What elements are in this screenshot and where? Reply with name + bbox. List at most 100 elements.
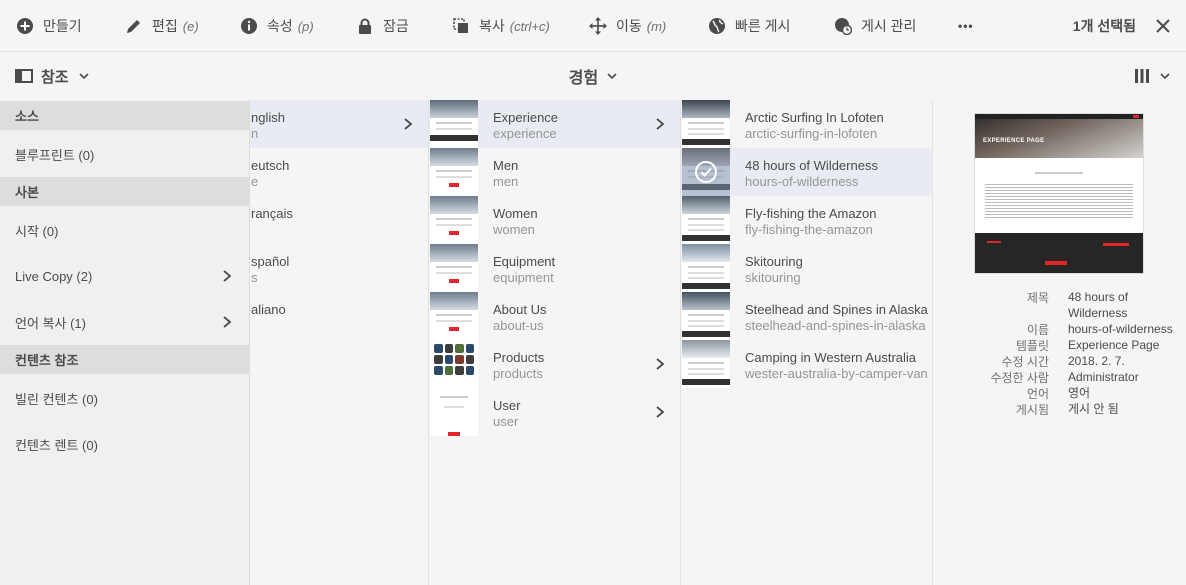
list-item[interactable]: Steelhead and Spines in Alaska steelhead… bbox=[681, 292, 932, 340]
lock-label: 잠금 bbox=[383, 18, 409, 34]
meta-template-row: 템플릿 Experience Page bbox=[933, 337, 1186, 353]
page-thumbnail bbox=[430, 148, 478, 196]
chevron-down-icon bbox=[1160, 73, 1170, 79]
rail-section-header: 소스 bbox=[0, 101, 250, 130]
item-title: Women bbox=[493, 206, 538, 221]
list-item[interactable]: Arctic Surfing In Lofoten arctic-surfing… bbox=[681, 100, 932, 148]
quick-publish-label: 빠른 게시 bbox=[735, 18, 791, 34]
lock-button[interactable]: 잠금 bbox=[356, 0, 409, 52]
rail-item-label: 컨텐츠 렌트 (0) bbox=[15, 437, 98, 453]
list-item[interactable]: Fly-fishing the Amazon fly-fishing-the-a… bbox=[681, 196, 932, 244]
edit-label: 편집 bbox=[152, 18, 178, 34]
item-title: 48 hours of Wilderness bbox=[745, 158, 878, 173]
manage-publication-label: 게시 관리 bbox=[861, 18, 917, 34]
properties-shortcut: (p) bbox=[297, 18, 314, 34]
rail-toggle-button[interactable]: 참조 bbox=[15, 52, 89, 100]
item-title: rançais bbox=[251, 206, 293, 221]
selection-count: 1개 선택됨 bbox=[1072, 18, 1136, 34]
list-item[interactable]: Equipment equipment bbox=[429, 244, 680, 292]
properties-button[interactable]: 속성 (p) bbox=[240, 0, 314, 52]
rail-item-lent-content[interactable]: 컨텐츠 렌트 (0) bbox=[0, 421, 250, 467]
page-thumbnail bbox=[430, 292, 478, 340]
rail-section-header: 사본 bbox=[0, 177, 250, 206]
edit-button[interactable]: 편집 (e) bbox=[125, 0, 199, 52]
add-circle-icon bbox=[17, 18, 33, 34]
page-thumbnail bbox=[682, 100, 730, 148]
item-title: Skitouring bbox=[745, 254, 803, 269]
copy-button[interactable]: 복사 (ctrl+c) bbox=[452, 0, 550, 52]
close-icon[interactable] bbox=[1154, 17, 1172, 35]
quick-publish-button[interactable]: 빠른 게시 bbox=[708, 0, 790, 52]
page-thumbnail bbox=[682, 244, 730, 292]
create-label: 만들기 bbox=[43, 18, 82, 34]
chevron-right-icon bbox=[223, 316, 232, 328]
chevron-right-icon bbox=[223, 270, 232, 282]
rail-item-label: 시작 (0) bbox=[15, 223, 59, 239]
preview-thumbnail: EXPERIENCE PAGE bbox=[975, 114, 1143, 273]
rail-item-label: 언어 복사 (1) bbox=[15, 315, 86, 331]
selection-checkmark[interactable] bbox=[682, 148, 730, 196]
move-shortcut: (m) bbox=[646, 18, 667, 34]
chevron-right-icon bbox=[404, 118, 413, 130]
meta-language-row: 언어 영어 bbox=[933, 385, 1186, 401]
list-item[interactable]: Skitouring skitouring bbox=[681, 244, 932, 292]
list-item[interactable]: Products products bbox=[429, 340, 680, 388]
list-item[interactable]: About Us about-us bbox=[429, 292, 680, 340]
item-title: nglish bbox=[251, 110, 285, 125]
view-switcher[interactable] bbox=[1134, 52, 1170, 100]
item-subtitle: men bbox=[493, 174, 519, 189]
page-thumbnail bbox=[430, 244, 478, 292]
rail-item-borrowed-content[interactable]: 빌린 컨텐츠 (0) bbox=[0, 375, 250, 421]
item-subtitle: e bbox=[251, 174, 259, 189]
rail-item-language-copy[interactable]: 언어 복사 (1) bbox=[0, 299, 250, 345]
item-title: Experience bbox=[493, 110, 559, 125]
list-item[interactable]: Experience experience bbox=[429, 100, 680, 148]
action-bar: 만들기 편집 (e) 속성 (p) 잠금 복사 (ctrl+c) 이동 (m) … bbox=[0, 0, 1186, 52]
create-button[interactable]: 만들기 bbox=[16, 0, 82, 52]
list-item[interactable]: Men men bbox=[429, 148, 680, 196]
list-item[interactable]: Camping in Western Australia wester-aust… bbox=[681, 340, 932, 388]
lock-icon bbox=[359, 18, 371, 34]
rail-item-launches[interactable]: 시작 (0) bbox=[0, 207, 250, 253]
item-subtitle: equipment bbox=[493, 270, 554, 285]
chevron-down-icon bbox=[607, 73, 617, 79]
page-title[interactable]: 경험 bbox=[569, 64, 617, 88]
chevron-right-icon bbox=[656, 358, 665, 370]
item-title: Products bbox=[493, 350, 545, 365]
item-title: Steelhead and Spines in Alaska bbox=[745, 302, 928, 317]
meta-label: 이름 bbox=[1026, 323, 1049, 337]
page-title-wrap: 경험 bbox=[0, 52, 1186, 100]
more-label: ••• bbox=[958, 19, 974, 33]
column-view-icon bbox=[1135, 69, 1149, 83]
meta-name-row: 이름 hours-of-wilderness bbox=[933, 321, 1186, 337]
item-subtitle: fly-fishing-the-amazon bbox=[745, 222, 873, 237]
page-title-text: 경험 bbox=[568, 70, 599, 87]
list-item-selected[interactable]: 48 hours of Wilderness hours-of-wilderne… bbox=[681, 148, 932, 196]
manage-publication-button[interactable]: 게시 관리 bbox=[834, 0, 916, 52]
rail-item-live-copy[interactable]: Live Copy (2) bbox=[0, 253, 250, 299]
meta-title-row: 제목 48 hours of Wilderness bbox=[933, 289, 1186, 321]
meta-value: 48 hours of Wilderness bbox=[1068, 290, 1129, 320]
preview-panel: EXPERIENCE PAGE 제목 48 hours of Wildernes… bbox=[933, 100, 1186, 585]
item-subtitle: about-us bbox=[493, 318, 544, 333]
checkmark-icon bbox=[695, 161, 717, 183]
item-subtitle: products bbox=[493, 366, 543, 381]
chevron-down-icon bbox=[79, 73, 89, 79]
rail-item-label: 블루프린트 (0) bbox=[15, 147, 95, 163]
move-button[interactable]: 이동 (m) bbox=[589, 0, 666, 52]
item-title: spañol bbox=[251, 254, 290, 269]
list-item[interactable]: Women women bbox=[429, 196, 680, 244]
rail-item-blueprint[interactable]: 블루프린트 (0) bbox=[0, 131, 250, 177]
edit-shortcut: (e) bbox=[182, 18, 199, 34]
item-title: Arctic Surfing In Lofoten bbox=[745, 110, 884, 125]
item-subtitle: women bbox=[493, 222, 535, 237]
item-title: Men bbox=[493, 158, 519, 173]
item-title: About Us bbox=[493, 302, 547, 317]
meta-label: 템플릿 bbox=[1015, 339, 1049, 353]
globe-icon bbox=[709, 18, 725, 34]
side-panel-icon bbox=[15, 69, 33, 83]
item-title: Camping in Western Australia bbox=[745, 350, 917, 365]
list-item[interactable]: User user bbox=[429, 388, 680, 436]
rail-section-header: 컨텐츠 참조 bbox=[0, 345, 250, 374]
more-actions-button[interactable]: ••• bbox=[958, 0, 974, 52]
